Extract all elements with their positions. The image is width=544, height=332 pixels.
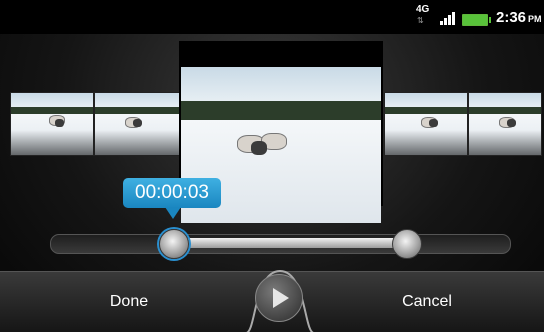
trim-end-handle[interactable] bbox=[392, 229, 422, 259]
clock-ampm: PM bbox=[528, 14, 542, 24]
play-button[interactable] bbox=[255, 274, 303, 322]
done-button[interactable]: Done bbox=[8, 271, 250, 332]
clock-time: 2:36 bbox=[496, 9, 527, 26]
status-bar: 4G ⇅ 2:36 PM bbox=[0, 0, 544, 34]
trim-start-handle[interactable] bbox=[159, 229, 189, 259]
play-icon bbox=[273, 288, 289, 308]
battery-icon bbox=[462, 14, 491, 26]
trim-selected-range bbox=[174, 238, 406, 248]
cancel-button[interactable]: Cancel bbox=[318, 271, 536, 332]
current-time-bubble: 00:00:03 bbox=[123, 178, 221, 208]
frame-thumbnail bbox=[384, 92, 468, 156]
frame-thumbnail bbox=[468, 92, 542, 156]
network-type-label: 4G bbox=[416, 4, 430, 15]
frame-thumbnail bbox=[94, 92, 180, 156]
time-bubble-pointer bbox=[165, 207, 181, 219]
video-trim-screen: 4G ⇅ 2:36 PM 00:00:03 Done Cancel bbox=[0, 0, 544, 332]
frame-thumbnail bbox=[10, 92, 94, 156]
network-indicator: 4G ⇅ bbox=[414, 5, 432, 27]
signal-strength-icon bbox=[440, 11, 458, 25]
data-activity-icon: ⇅ bbox=[417, 16, 424, 25]
status-clock: 2:36 PM bbox=[496, 9, 542, 26]
